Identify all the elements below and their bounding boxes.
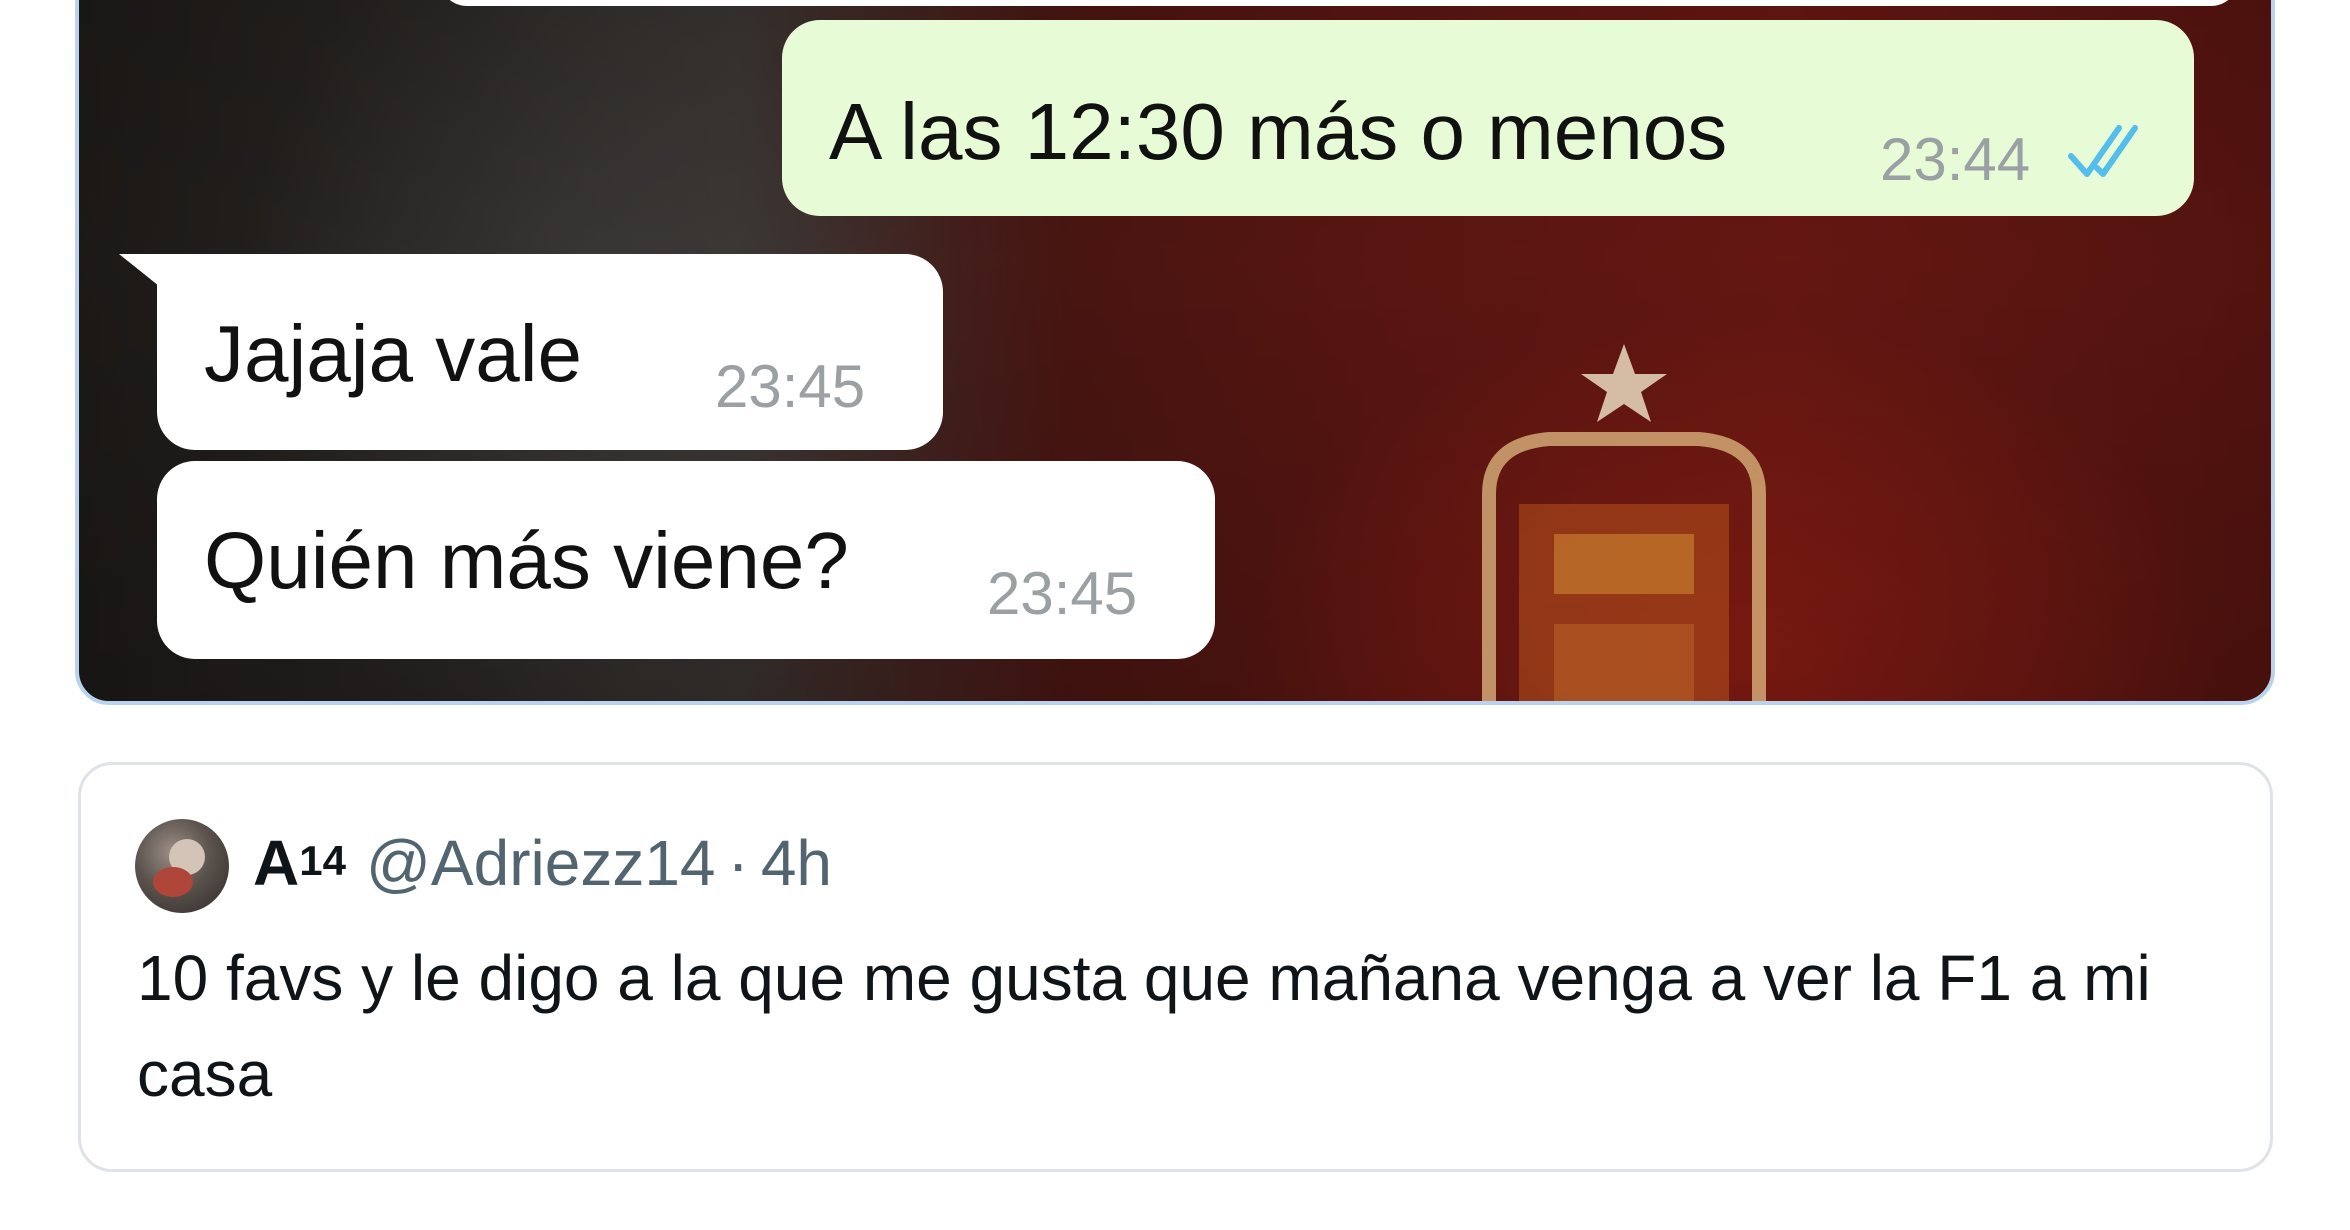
- display-name[interactable]: A14: [253, 827, 346, 899]
- message-time: 23:45: [715, 353, 866, 420]
- outgoing-message-bubble[interactable]: A las 12:30 más o menos 23:44: [782, 20, 2194, 216]
- incoming-message-bubble[interactable]: Jajaja vale 23:45: [157, 254, 943, 450]
- incoming-message-bubble[interactable]: Quién más viene? 23:45: [157, 461, 1215, 659]
- crest-emblem-icon: [1482, 344, 1766, 701]
- message-time: 23:45: [987, 560, 1138, 627]
- user-handle[interactable]: @Adriezz14: [366, 827, 716, 899]
- message-text: Quién más viene?: [204, 516, 849, 605]
- message-text: A las 12:30 más o menos: [829, 87, 1728, 176]
- separator-dot: ·: [727, 827, 749, 899]
- previous-message-bubble: [439, 0, 2239, 6]
- quoted-tweet[interactable]: A14 @Adriezz14 · 4h 10 favs y le digo a la …: [78, 762, 2273, 1172]
- tweet-media-view: A las 12:30 más o menos 23:44 Jajaja val…: [0, 0, 2350, 1230]
- user-avatar[interactable]: [135, 819, 229, 913]
- quoted-tweet-text: 10 favs y le digo a la que me gusta que …: [137, 942, 2151, 1110]
- tweet-timestamp[interactable]: 4h: [761, 827, 832, 899]
- avatar-shirt: [153, 867, 193, 897]
- display-name-superscript: 14: [299, 837, 346, 884]
- message-time: 23:44: [1880, 126, 2031, 193]
- quoted-tweet-header: A14 @Adriezz14 · 4h: [253, 823, 832, 903]
- message-text: Jajaja vale: [204, 309, 583, 398]
- chat-screenshot-image[interactable]: A las 12:30 más o menos 23:44 Jajaja val…: [75, 0, 2275, 705]
- display-name-text: A: [253, 827, 300, 899]
- double-check-icon: [2068, 125, 2138, 177]
